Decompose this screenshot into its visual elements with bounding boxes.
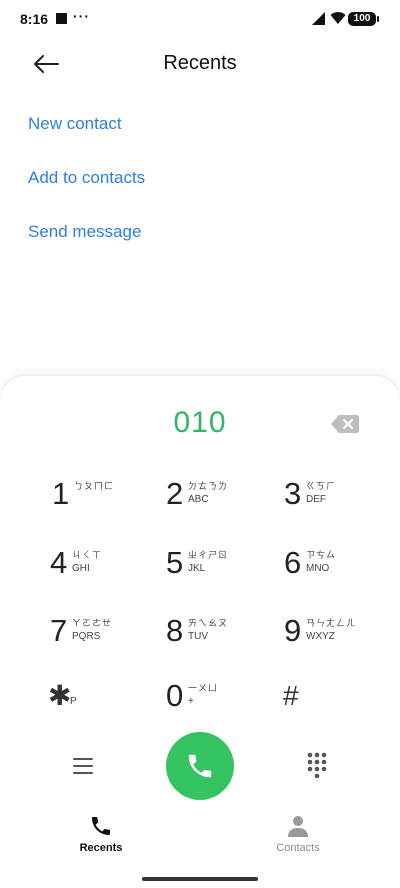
key-digit: 8	[166, 613, 184, 648]
key-1[interactable]: 1 ㄅㄆㄇㄈ	[52, 474, 162, 524]
key-digit: 4	[50, 545, 68, 580]
key-0[interactable]: 0 一ㄨㄩ +	[166, 676, 276, 726]
home-indicator[interactable]	[142, 877, 258, 881]
backspace-icon	[331, 415, 359, 433]
tab-recents-label: Recents	[79, 842, 123, 854]
key-bopomofo: ㄉㄊㄋㄌ	[188, 481, 229, 491]
tab-contacts-label: Contacts	[276, 842, 320, 854]
key-bopomofo: ㄍㄎㄏ	[306, 481, 337, 491]
call-button[interactable]	[166, 732, 234, 800]
key-bopomofo: ㄢㄣㄤㄥㄦ	[306, 618, 357, 628]
page-title: Recents	[163, 52, 237, 74]
key-pause-letter: P	[70, 696, 77, 707]
notification-icon	[56, 13, 67, 24]
key-digit: 5	[166, 545, 184, 580]
key-letters: WXYZ	[306, 631, 335, 642]
options-menu-button[interactable]	[72, 757, 94, 775]
key-hash[interactable]: #	[283, 676, 393, 726]
add-to-contacts-link[interactable]: Add to contacts	[28, 168, 145, 188]
wifi-icon	[330, 12, 346, 24]
phone-call-icon	[188, 754, 212, 778]
person-icon	[288, 816, 308, 837]
key-7[interactable]: 7 ㄚㄛㄜㄝ PQRS	[50, 611, 160, 661]
key-bopomofo: ㄞㄟㄠㄡ	[188, 618, 229, 628]
more-notifications-icon: ···	[73, 8, 90, 24]
key-star[interactable]: ✱ P	[48, 676, 158, 726]
new-contact-link[interactable]: New contact	[28, 114, 122, 134]
status-bar: 8:16 ··· 100	[0, 0, 400, 40]
key-bopomofo: 一ㄨㄩ	[188, 683, 219, 693]
key-symbol: #	[283, 680, 299, 711]
key-letters: JKL	[188, 563, 206, 574]
key-digit: 7	[50, 613, 68, 648]
key-symbol: ✱	[48, 680, 72, 711]
key-letters: TUV	[188, 631, 208, 642]
key-digit: 1	[52, 476, 70, 511]
key-plus: +	[188, 696, 194, 707]
key-9[interactable]: 9 ㄢㄣㄤㄥㄦ WXYZ	[284, 611, 394, 661]
key-5[interactable]: 5 ㄓㄔㄕㄖ JKL	[166, 543, 276, 593]
key-bopomofo: ㄅㄆㄇㄈ	[74, 481, 115, 491]
key-letters: ABC	[188, 494, 209, 505]
key-letters: DEF	[306, 494, 326, 505]
hamburger-icon	[73, 758, 93, 774]
battery-icon: 100	[348, 12, 379, 26]
phone-icon	[92, 817, 110, 835]
key-bopomofo: ㄚㄛㄜㄝ	[72, 618, 113, 628]
key-digit: 2	[166, 476, 184, 511]
dialpad-icon	[307, 752, 327, 779]
key-bopomofo: ㄐㄑㄒ	[72, 550, 103, 560]
signal-icon	[312, 12, 325, 25]
battery-level: 100	[353, 13, 371, 24]
key-bopomofo: ㄗㄘㄙ	[306, 550, 337, 560]
key-letters: GHI	[72, 563, 90, 574]
key-digit: 3	[284, 476, 302, 511]
status-time: 8:16	[20, 11, 49, 27]
key-3[interactable]: 3 ㄍㄎㄏ DEF	[284, 474, 394, 524]
tab-contacts[interactable]: Contacts	[238, 814, 358, 854]
key-digit: 6	[284, 545, 302, 580]
key-2[interactable]: 2 ㄉㄊㄋㄌ ABC	[166, 474, 276, 524]
send-message-link[interactable]: Send message	[28, 222, 141, 242]
key-4[interactable]: 4 ㄐㄑㄒ GHI	[50, 543, 160, 593]
keypad-toggle-button[interactable]	[306, 752, 328, 779]
key-digit: 0	[166, 678, 184, 713]
key-letters: PQRS	[72, 631, 101, 642]
key-bopomofo: ㄓㄔㄕㄖ	[188, 550, 229, 560]
tab-recents[interactable]: Recents	[41, 814, 161, 854]
key-8[interactable]: 8 ㄞㄟㄠㄡ TUV	[166, 611, 276, 661]
key-digit: 9	[284, 613, 302, 648]
key-letters: MNO	[306, 563, 330, 574]
backspace-button[interactable]	[330, 413, 360, 435]
key-6[interactable]: 6 ㄗㄘㄙ MNO	[284, 543, 394, 593]
